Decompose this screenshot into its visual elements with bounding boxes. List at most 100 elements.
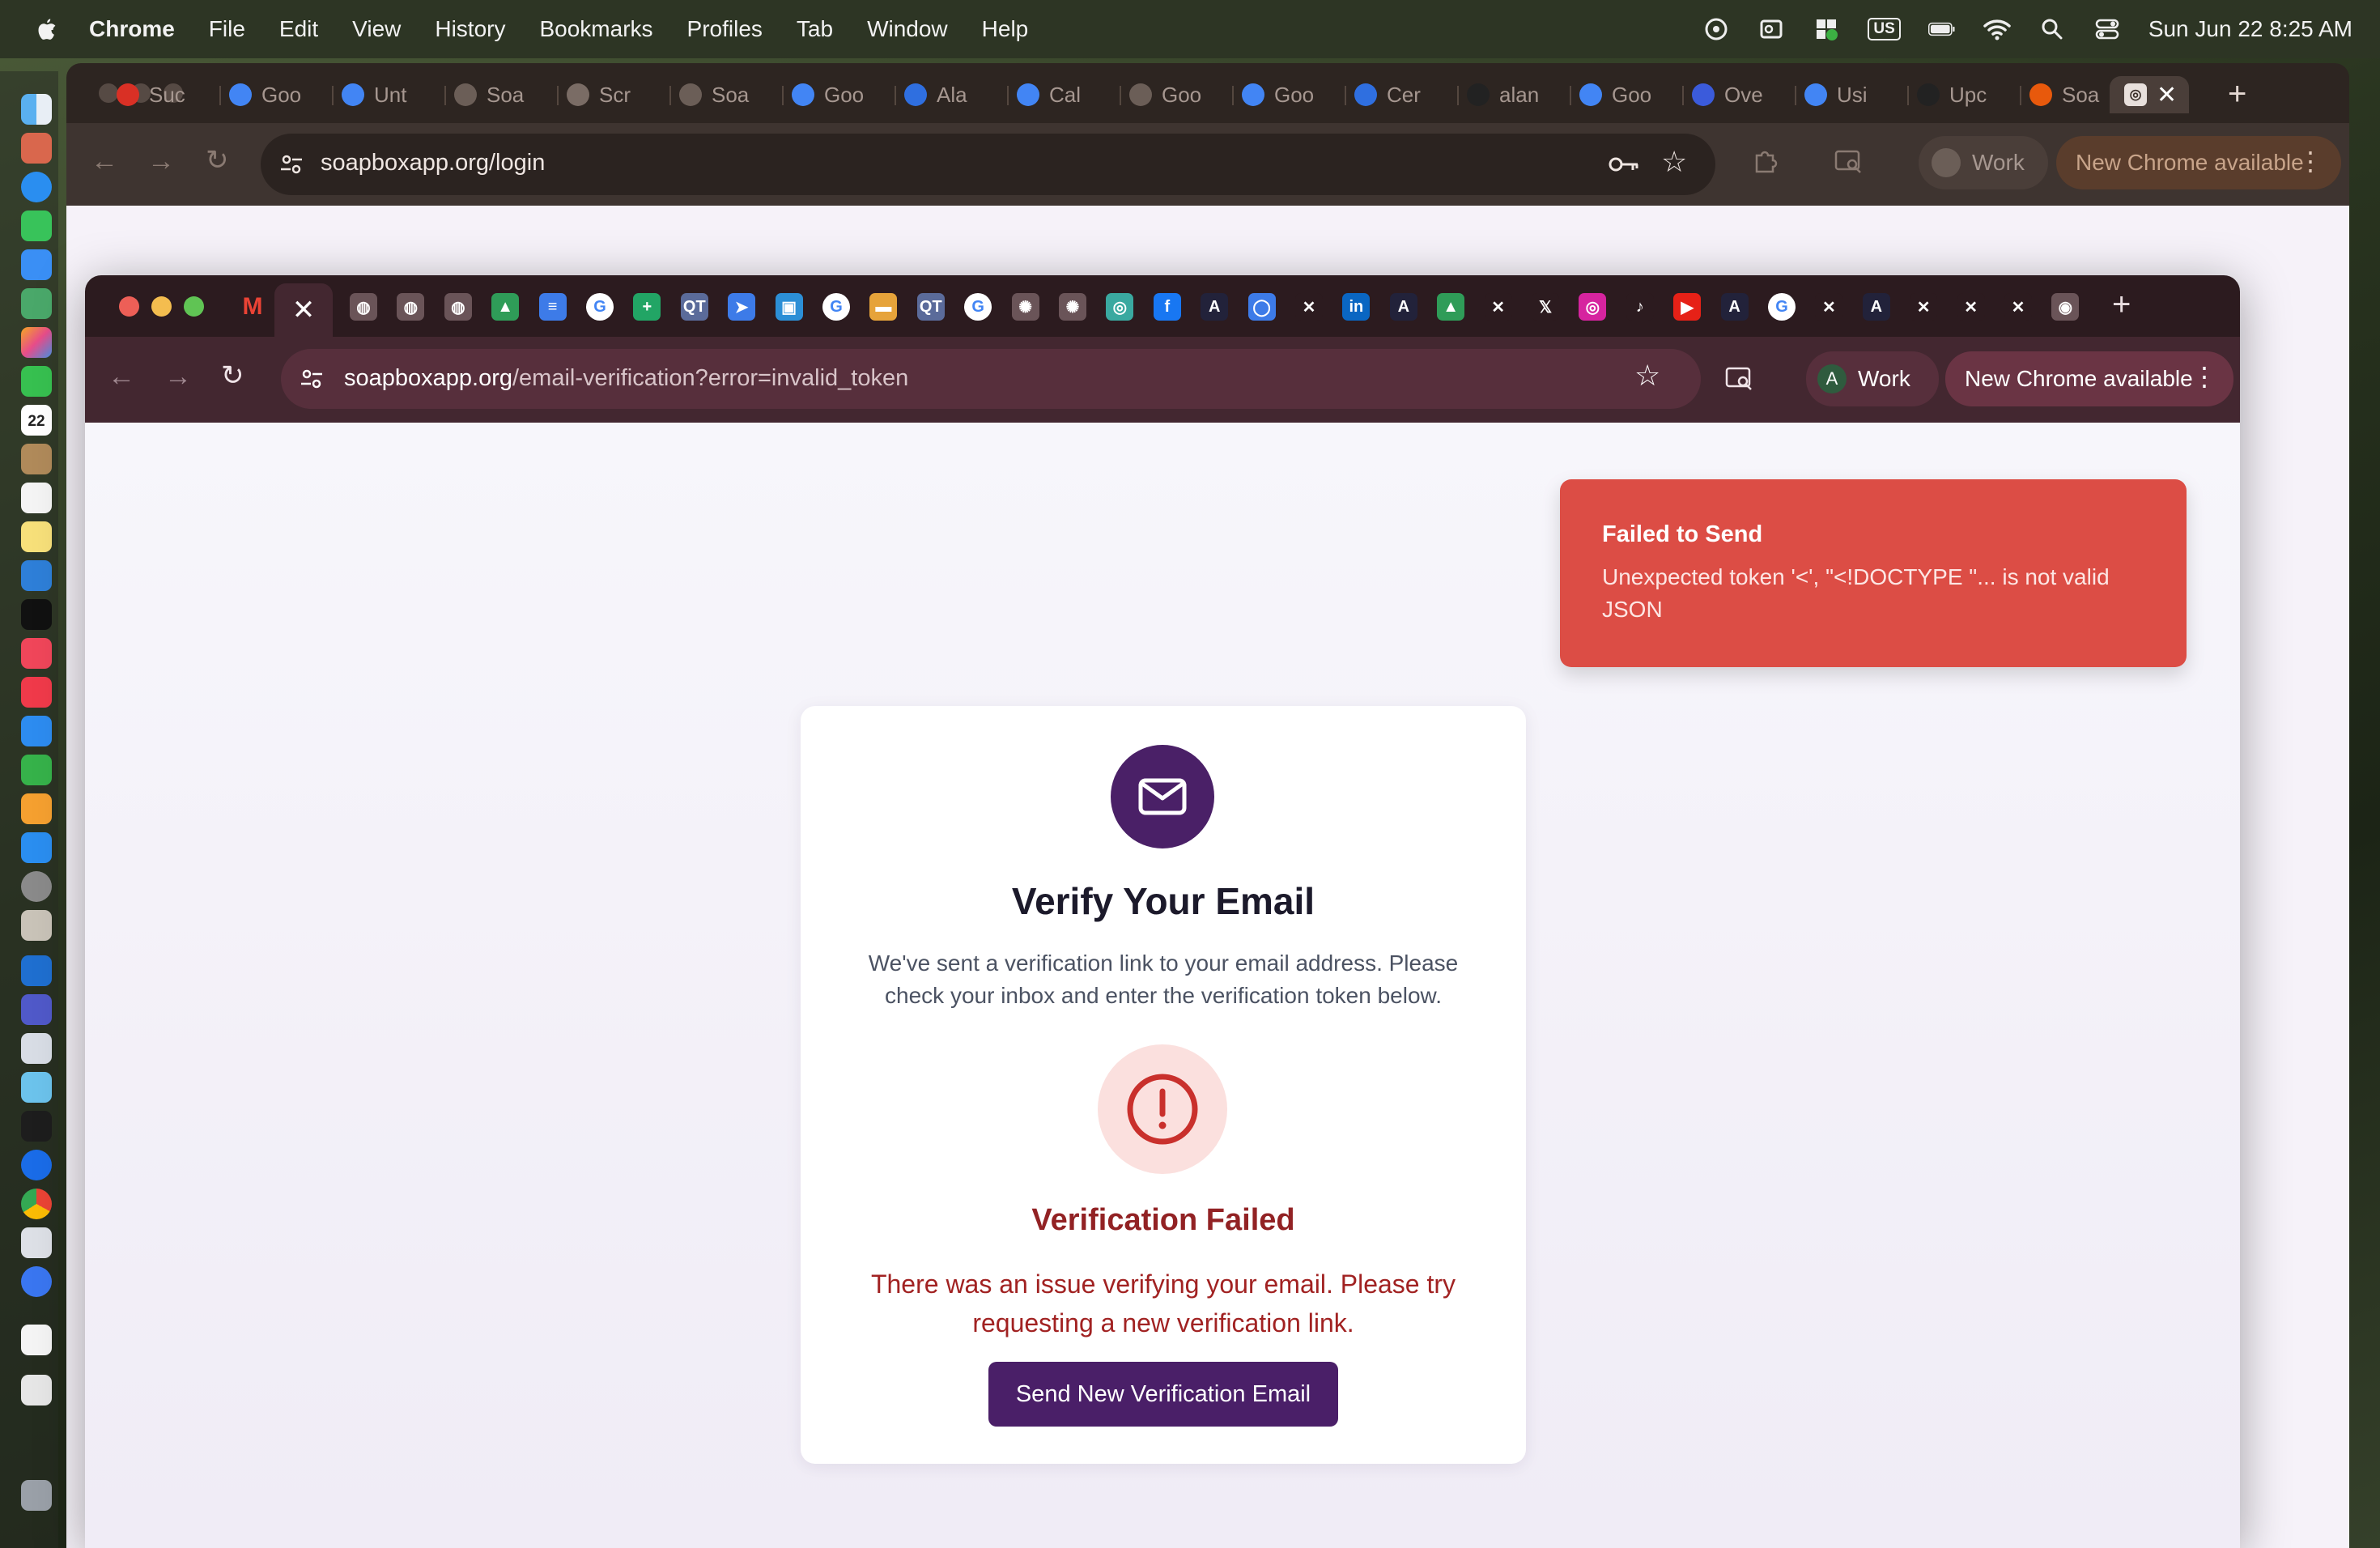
reminders-icon[interactable] (21, 483, 52, 513)
gmail-icon[interactable]: M (239, 293, 266, 321)
reload-icon[interactable]: ↻ (221, 359, 244, 392)
outer-tab-active[interactable]: ◎ ✕ (2110, 76, 2189, 113)
more-menu-icon[interactable]: ⋮ (2297, 146, 2323, 176)
forward-icon[interactable]: → (147, 146, 175, 177)
outer-tab[interactable]: Unt (342, 76, 438, 113)
battery-icon[interactable] (1927, 16, 1956, 42)
close-tab-icon[interactable]: ✕ (292, 294, 316, 326)
youtube-icon[interactable]: ▶ (1673, 293, 1702, 321)
globe-icon[interactable]: ◍ (444, 293, 472, 321)
outlook-dock-icon[interactable] (21, 955, 52, 986)
outer-tab[interactable]: Ala (904, 76, 1001, 113)
inner-tab-active[interactable]: ✕ (274, 283, 333, 337)
teams-icon[interactable] (21, 994, 52, 1025)
messages-icon[interactable] (21, 211, 52, 241)
safari-icon[interactable] (21, 172, 52, 202)
facebook-icon[interactable]: f (1153, 293, 1181, 321)
minimize-window-button[interactable] (151, 296, 172, 317)
globe-icon[interactable]: ◍ (350, 293, 377, 321)
document-icon[interactable] (21, 1325, 52, 1355)
calendar-icon[interactable]: 22 (21, 405, 52, 436)
bookmark-star-icon[interactable]: ☆ (1634, 359, 1660, 393)
control-center-icon[interactable] (2093, 16, 2121, 42)
arc-icon[interactable]: A (1862, 293, 1890, 321)
tv-icon[interactable] (21, 599, 52, 630)
music-icon[interactable] (21, 638, 52, 669)
input-source-indicator[interactable]: US (1868, 18, 1901, 40)
password-manager-icon[interactable] (21, 1150, 52, 1180)
apple-icon[interactable] (36, 17, 57, 41)
arc-icon[interactable]: A (1201, 293, 1229, 321)
pages-icon[interactable] (21, 793, 52, 824)
drive-icon[interactable]: ▲ (491, 293, 520, 321)
arc-icon[interactable]: A (1389, 293, 1417, 321)
launchpad-icon[interactable] (21, 133, 52, 164)
x-logo-icon[interactable]: ✕ (2004, 293, 2032, 321)
app-store-icon[interactable] (21, 832, 52, 863)
tab-search-icon[interactable] (1725, 366, 1754, 392)
outer-tab[interactable]: Goo (1579, 76, 1676, 113)
twitch-icon[interactable]: ▣ (775, 293, 803, 321)
outer-tab[interactable]: Goo (229, 76, 325, 113)
outer-tab[interactable]: Cal (1017, 76, 1113, 113)
outer-tab[interactable]: Cer (1354, 76, 1451, 113)
inner-url[interactable]: soapboxapp.org/email-verification?error=… (344, 365, 908, 392)
spotlight-search-icon[interactable] (2038, 16, 2066, 42)
mail-icon[interactable] (21, 249, 52, 280)
finder-icon[interactable] (21, 94, 52, 125)
outer-tab[interactable]: Soa (454, 76, 550, 113)
outer-tab[interactable]: Goo (792, 76, 888, 113)
new-tab-button[interactable]: + (2112, 287, 2131, 323)
news-icon[interactable] (21, 677, 52, 708)
terminal-icon[interactable] (21, 1111, 52, 1142)
google-icon[interactable]: G (586, 293, 614, 321)
menu-file[interactable]: File (209, 16, 245, 42)
outer-profile-button[interactable]: Work (1919, 136, 2048, 189)
x-logo-icon[interactable]: ✕ (1957, 293, 1985, 321)
stack-icon[interactable]: ▬ (869, 293, 898, 321)
outer-url[interactable]: soapboxapp.org/login (321, 150, 545, 176)
zoom-window-button[interactable] (184, 296, 204, 317)
globe-icon[interactable]: ◍ (397, 293, 425, 321)
outer-tab[interactable]: Suc (117, 76, 213, 113)
inner-address-bar[interactable]: soapboxapp.org/email-verification?error=… (281, 349, 1701, 409)
contacts-icon[interactable] (21, 444, 52, 474)
freeform-icon[interactable] (21, 560, 52, 591)
downloads-icon[interactable] (21, 1375, 52, 1406)
tab-search-icon[interactable] (1834, 149, 1864, 175)
wifi-icon[interactable] (1983, 16, 2011, 42)
outer-update-button[interactable]: New Chrome available ⋮ (2056, 136, 2341, 189)
menu-tab[interactable]: Tab (797, 16, 833, 42)
qt-icon[interactable]: QT (916, 293, 945, 321)
facetime-icon[interactable] (21, 366, 52, 397)
x-logo-icon[interactable]: ✕ (1295, 293, 1323, 321)
outer-tab[interactable]: Scr (567, 76, 663, 113)
arc-icon[interactable]: A (1720, 293, 1749, 321)
menu-help[interactable]: Help (982, 16, 1029, 42)
outer-tab[interactable]: Goo (1129, 76, 1226, 113)
menu-chrome[interactable]: Chrome (89, 16, 175, 42)
bookmark-star-icon[interactable]: ☆ (1661, 145, 1687, 179)
x-logo-icon[interactable]: ✕ (1484, 293, 1512, 321)
error-toast[interactable]: Failed to Send Unexpected token '<', "<!… (1560, 479, 2187, 667)
outer-tab[interactable]: Goo (1242, 76, 1338, 113)
menu-edit[interactable]: Edit (279, 16, 318, 42)
google-icon[interactable]: G (822, 293, 850, 321)
maps-icon[interactable] (21, 288, 52, 319)
x-logo-icon[interactable]: ✕ (1910, 293, 1938, 321)
spiral-icon[interactable]: ◎ (1106, 293, 1134, 321)
outer-tab[interactable]: Usi (1804, 76, 1901, 113)
google-icon[interactable]: G (964, 293, 992, 321)
instagram-icon[interactable]: ◎ (1579, 293, 1607, 321)
menu-window[interactable]: Window (867, 16, 948, 42)
outlook-icon[interactable] (1757, 16, 1785, 42)
close-tab-icon[interactable]: ✕ (2157, 81, 2177, 109)
x-logo-icon[interactable]: ✕ (1815, 293, 1843, 321)
linkedin-icon[interactable]: in (1342, 293, 1371, 321)
signal-icon[interactable] (21, 1266, 52, 1297)
password-key-icon[interactable] (1608, 153, 1640, 176)
notes-icon[interactable] (21, 521, 52, 552)
security-status-icon[interactable] (1813, 16, 1840, 42)
tiktok-icon[interactable]: ♪ (1626, 293, 1654, 321)
menu-history[interactable]: History (435, 16, 505, 42)
